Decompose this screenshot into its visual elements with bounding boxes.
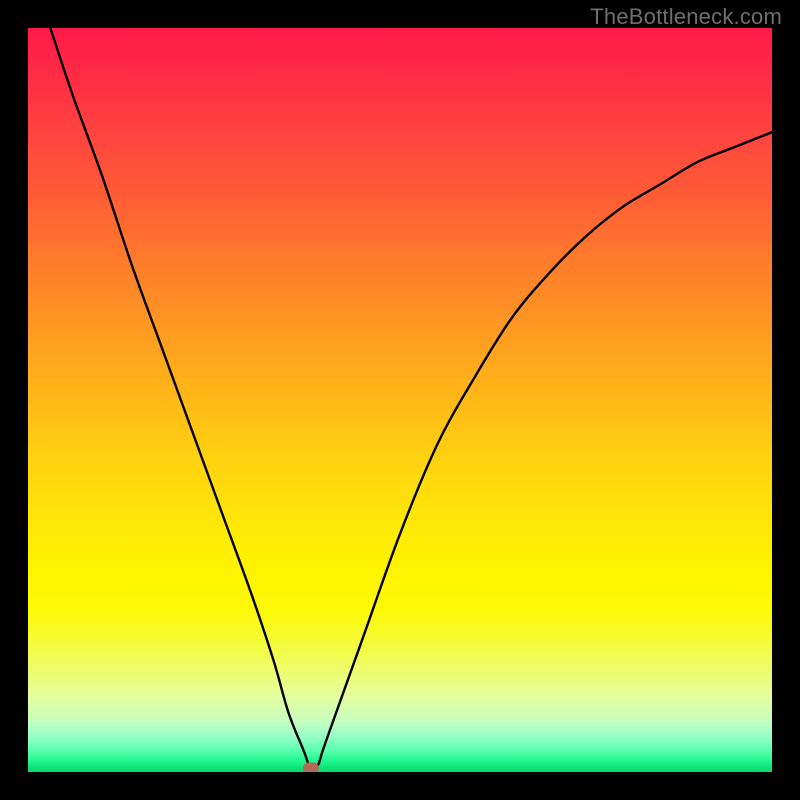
bottleneck-curve — [28, 28, 772, 772]
plot-area — [28, 28, 772, 772]
watermark-text: TheBottleneck.com — [590, 4, 782, 30]
optimal-point-marker — [303, 763, 319, 772]
